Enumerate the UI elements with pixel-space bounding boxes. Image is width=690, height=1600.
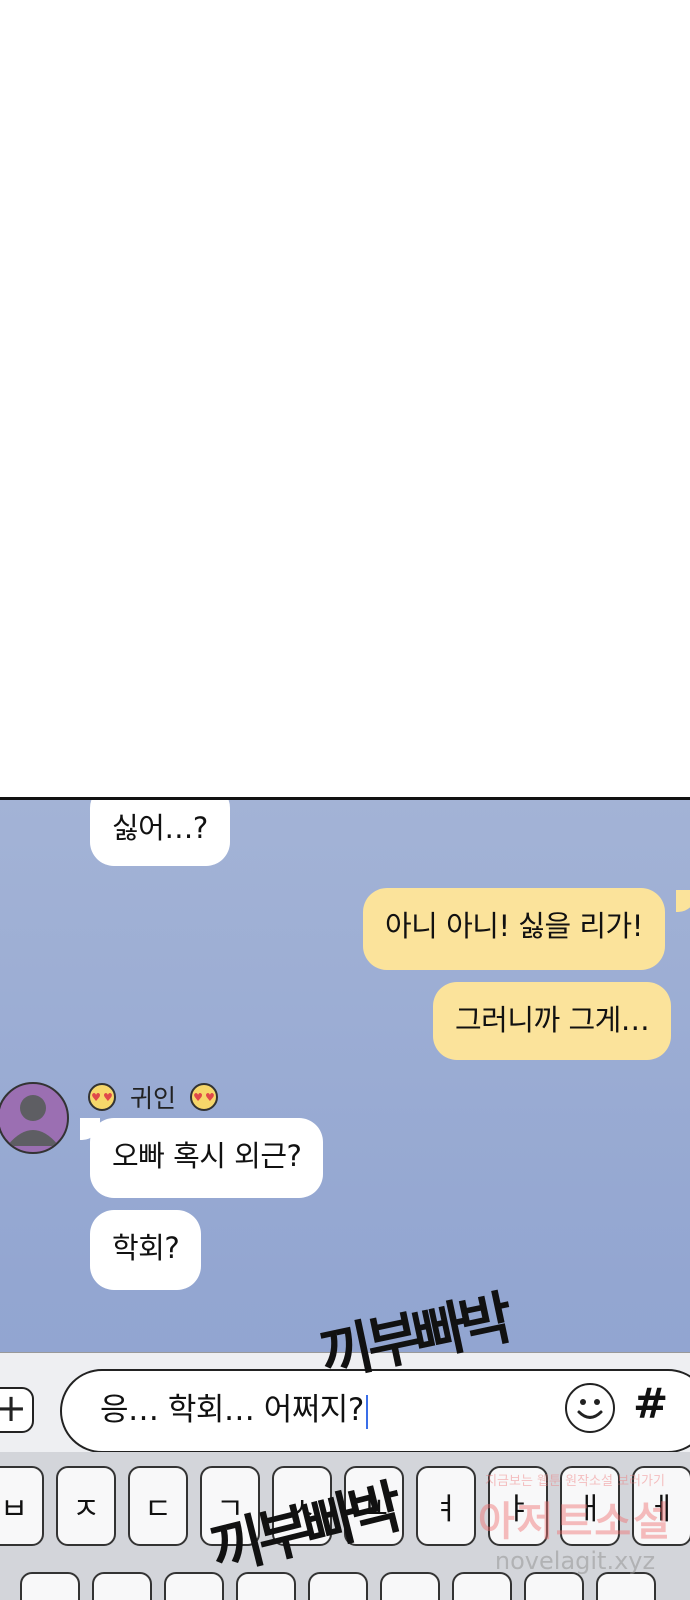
message-text: 싫어…? <box>112 811 208 845</box>
sender-name: 귀인 <box>130 1084 177 1113</box>
avatar[interactable] <box>0 1082 69 1154</box>
sender-name-row: ♥ ♥ 귀인 ♥ ♥ <box>88 1080 219 1114</box>
plus-icon[interactable]: + <box>0 1387 34 1433</box>
avatar-icon <box>7 1095 59 1146</box>
heart-eyes-icon: ♥ ♥ <box>190 1083 219 1111</box>
bubble-tail <box>676 890 690 912</box>
watermark-url: novelagit.xyz <box>494 1547 656 1575</box>
outgoing-message: 아니 아니! 싫을 리가! <box>363 888 665 970</box>
key[interactable] <box>308 1572 368 1600</box>
key[interactable] <box>92 1572 152 1600</box>
hashtag-icon[interactable]: # <box>633 1379 668 1428</box>
key[interactable]: ㅂ <box>0 1466 44 1546</box>
message-text: 그러니까 그게… <box>455 1003 650 1037</box>
key[interactable] <box>20 1572 80 1600</box>
incoming-message: 학회? <box>90 1210 202 1290</box>
text-caret <box>365 1394 368 1429</box>
message-text: 아니 아니! 싫을 리가! <box>385 909 643 943</box>
key[interactable]: ㅈ <box>56 1466 116 1546</box>
watermark-logo-text: 아저트소설 <box>478 1499 672 1545</box>
message-input-value: 응… 학회… 어쩌지? <box>100 1392 364 1428</box>
smiley-face-graphic <box>577 1399 603 1419</box>
message-text: 학회? <box>112 1231 180 1265</box>
key[interactable]: ㅕ <box>416 1466 476 1546</box>
key[interactable] <box>452 1572 512 1600</box>
key[interactable] <box>164 1572 224 1600</box>
heart-eyes-icon: ♥ ♥ <box>88 1083 116 1111</box>
smiley-icon[interactable] <box>565 1383 615 1433</box>
incoming-message: 싫어…? <box>90 800 230 866</box>
incoming-message: 오빠 혹시 외근? <box>90 1118 324 1198</box>
outgoing-message: 그러니까 그게… <box>433 982 672 1060</box>
message-text: 오빠 혹시 외근? <box>112 1139 302 1173</box>
watermark-line: 지금보는 웹툰 원작소설 보러가기 <box>485 1474 665 1489</box>
key[interactable] <box>524 1572 584 1600</box>
key[interactable] <box>596 1572 656 1600</box>
key[interactable] <box>380 1572 440 1600</box>
key[interactable]: ㄷ <box>128 1466 188 1546</box>
watermark: 지금보는 웹툰 원작소설 보러가기 아저트소설 novelagit.xyz <box>470 1470 680 1575</box>
